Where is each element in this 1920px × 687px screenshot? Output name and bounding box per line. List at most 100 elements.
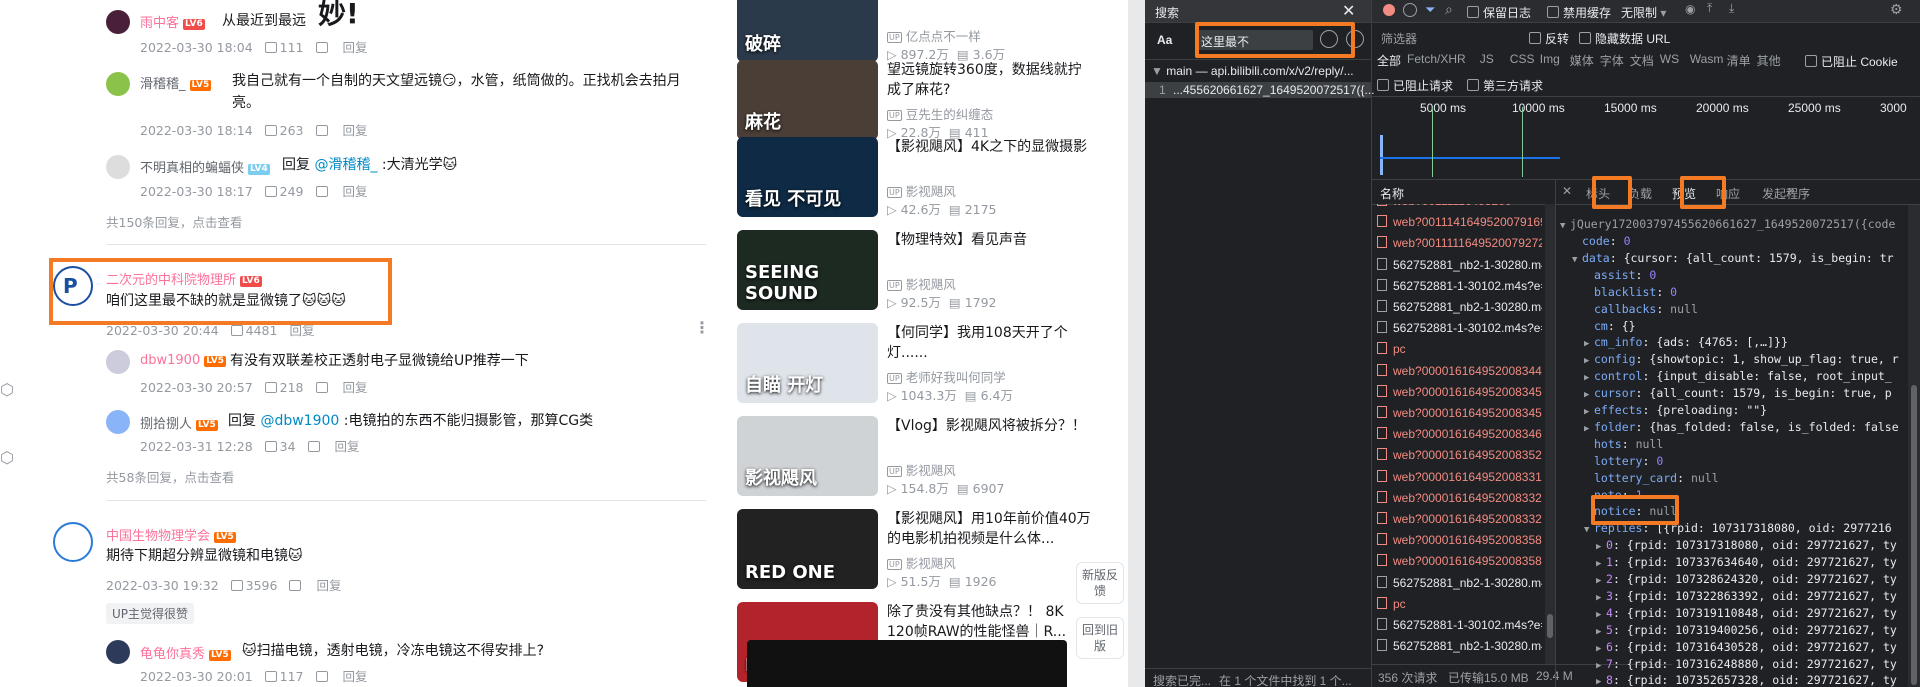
video-title[interactable]: 望远镜旋转360度，数据线就拧成了麻花? [887, 60, 1092, 100]
video-title[interactable]: 【物理特效】看见声音 [887, 230, 1092, 250]
json-line[interactable]: ▶ 6: {rpid: 107316430528, oid: 297721627,… [1596, 640, 1897, 654]
dislike-button[interactable] [315, 669, 331, 684]
like-button[interactable]: 263 [264, 123, 304, 138]
invert-checkbox[interactable]: 反转 [1529, 30, 1569, 47]
request-row[interactable]: web?00001616495200834611 [1377, 427, 1542, 441]
json-line[interactable]: assist: 0 [1584, 268, 1656, 282]
video-uploader[interactable]: UP 老师好我叫何同学 [887, 367, 1006, 386]
json-line[interactable]: ▶ 7: {rpid: 107316248880, oid: 297721627,… [1596, 657, 1897, 671]
request-row[interactable]: 562752881-1-30102.m4s?e=ig [1377, 321, 1542, 335]
disable-cache-checkbox[interactable]: 禁用缓存 [1547, 4, 1611, 21]
close-icon[interactable]: ✕ [1342, 1, 1355, 21]
request-row[interactable]: pc [1377, 596, 1406, 611]
hexagon-icon[interactable]: ⬡ [0, 448, 14, 467]
request-row[interactable]: web?00111116495200792721 [1377, 236, 1542, 250]
search-icon[interactable]: ⌕ [1445, 1, 1453, 18]
comment-username[interactable]: 捌拾捌人 LV5 [140, 413, 218, 432]
clear-log-icon[interactable] [1403, 3, 1417, 17]
reply-button[interactable]: 回复 [343, 184, 368, 199]
download-icon[interactable]: ⤓ [1729, 1, 1734, 16]
json-line[interactable]: lottery: 0 [1584, 454, 1663, 468]
type-filter-5[interactable]: 媒体 [1570, 52, 1594, 69]
request-row[interactable]: 562752881_nb2-1-30280.m4s [1377, 257, 1542, 272]
upload-icon[interactable]: ⤒ [1707, 1, 1712, 16]
video-title[interactable]: 【影视飓风】4K之下的显微摄影 [887, 137, 1092, 157]
match-case-button[interactable]: Aa [1157, 33, 1172, 47]
json-line[interactable]: ▶ cm_info: {ads: {4765: [,…]}} [1584, 335, 1788, 349]
request-row[interactable]: web?00111416495200791691 [1377, 215, 1542, 229]
filter-input[interactable]: 筛选器 [1377, 28, 1517, 46]
json-line[interactable]: ▶ folder: {has_folded: false, is_folded: … [1584, 420, 1899, 434]
json-line[interactable]: ▶ cursor: {all_count: 1579, is_begin: tru… [1584, 386, 1892, 400]
close-icon[interactable]: ✕ [1562, 184, 1572, 198]
video-uploader[interactable]: UP 亿点点不一样 [887, 26, 981, 45]
json-line[interactable]: ▶ 2: {rpid: 107328624320, oid: 297721627,… [1596, 572, 1897, 586]
dislike-button[interactable] [315, 380, 331, 395]
scrollbar-thumb[interactable] [1911, 385, 1917, 685]
json-line[interactable]: ▶ 8: {rpid: 107352657328, oid: 297721627,… [1596, 673, 1897, 687]
mini-player[interactable] [747, 640, 1067, 687]
avatar[interactable] [106, 155, 130, 179]
request-row[interactable]: web?000016164952008344 [1377, 363, 1542, 378]
comment-username[interactable]: 雨中客 LV6 [140, 12, 205, 31]
request-row[interactable]: web?00001616495200833181 [1377, 469, 1542, 484]
old-version-button[interactable]: 回到旧版 [1076, 617, 1124, 659]
video-uploader[interactable]: UP 豆先生的纠缠态 [887, 104, 993, 123]
avatar[interactable] [106, 410, 130, 434]
type-filter-8[interactable]: WS [1660, 52, 1679, 66]
type-filter-2[interactable]: JS [1480, 52, 1494, 66]
reply-button[interactable]: 回复 [289, 323, 314, 338]
like-button[interactable]: 249 [264, 184, 304, 199]
reply-button[interactable]: 回复 [335, 439, 360, 454]
preserve-log-checkbox[interactable]: 保留日志 [1467, 4, 1531, 21]
tab-search[interactable]: 搜索 [1155, 4, 1179, 21]
like-button[interactable]: 34 [264, 439, 296, 454]
type-filter-10[interactable]: 清单 [1727, 52, 1751, 69]
request-row[interactable]: web?00001616495200835861 [1377, 554, 1542, 568]
third-party-checkbox[interactable]: 第三方请求 [1467, 77, 1543, 94]
dislike-button[interactable] [289, 578, 304, 593]
comment-username[interactable]: 滑稽稽_ LV5 [140, 73, 212, 92]
request-row[interactable]: web?00001616495200835831 [1377, 533, 1542, 547]
type-filter-4[interactable]: Img [1540, 52, 1560, 66]
dislike-button[interactable] [307, 439, 323, 454]
comment-username[interactable]: dbw1900 LV5 [140, 353, 226, 368]
rec-video-card[interactable]: 自瞄 开灯 【何同学】我用108天开了个灯...... UP 老师好我叫何同学 ▷ 10… [735, 323, 1145, 421]
video-uploader[interactable]: UP 影视飓风 [887, 553, 956, 572]
scrollbar-thumb[interactable] [1547, 614, 1553, 638]
request-row[interactable]: 562752881-1-30102.m4s?e=ig [1377, 618, 1542, 632]
rec-video-card[interactable]: 看见 不可见 【影视飓风】4K之下的显微摄影 UP 影视飓风 ▷ 42.6万 ▤ 217… [735, 137, 1145, 235]
video-thumbnail[interactable]: 麻花 [737, 60, 878, 140]
type-filter-9[interactable]: Wasm [1690, 52, 1724, 66]
video-uploader[interactable]: UP 影视飓风 [887, 274, 956, 293]
request-row[interactable]: 562752881_nb2-1-30280.m4s [1377, 300, 1542, 314]
json-line[interactable]: ▼ data: {cursor: {all_count: 1579, is_beg… [1572, 251, 1894, 265]
request-row[interactable]: web?00001616495200835231 [1377, 448, 1542, 462]
dislike-button[interactable] [315, 123, 331, 138]
video-title[interactable]: 【影视飓风】用10年前价值40万的电影机拍视频是什么体... [887, 509, 1092, 549]
blocked-cookies-checkbox[interactable]: 已阻止 Cookie [1805, 53, 1898, 70]
request-row[interactable]: 562752881_nb2-1-30280.m4s [1377, 639, 1542, 653]
request-row[interactable]: web?00001616495200834521 [1377, 384, 1542, 399]
reply-button[interactable]: 回复 [343, 380, 368, 395]
type-filter-1[interactable]: Fetch/XHR [1407, 52, 1466, 66]
json-line[interactable]: ▶ effects: {preloading: ""} [1584, 403, 1767, 417]
video-title[interactable]: 【Vlog】影视飓风将被拆分？！ [887, 416, 1092, 436]
avatar[interactable] [53, 522, 93, 562]
video-thumbnail[interactable]: 看见 不可见 [737, 137, 878, 217]
json-root[interactable]: ▼ jQuery17200379745562066​1627_1649520072… [1560, 217, 1895, 231]
blocked-requests-checkbox[interactable]: 已阻止请求 [1377, 77, 1453, 94]
hide-data-url-checkbox[interactable]: 隐藏数据 URL [1579, 30, 1670, 47]
request-row[interactable]: web?00111116495200 [1377, 204, 1512, 208]
json-line[interactable]: ▶ 5: {rpid: 107319400256, oid: 297721627,… [1596, 623, 1897, 637]
avatar[interactable] [106, 640, 130, 664]
json-line[interactable]: callbacks: null [1584, 302, 1698, 316]
video-uploader[interactable]: UP 影视飓风 [887, 460, 956, 479]
request-row[interactable]: 562752881-1-30102.m4s?e=ig [1377, 278, 1542, 293]
reply-button[interactable]: 回复 [316, 578, 341, 593]
request-row[interactable]: web?00001616495200834571 [1377, 406, 1542, 420]
video-title[interactable]: 除了贵没有其他缺点？！ 8K 120帧RAW的性能怪兽｜R... [887, 602, 1092, 642]
rec-video-card[interactable]: 影视飓风 【Vlog】影视飓风将被拆分？！ UP 影视飓风 ▷ 154.8万 ▤ 690… [735, 416, 1145, 514]
comment-username[interactable]: 不明真相的蝙蝠侠 LV4 [140, 157, 270, 176]
cube-icon[interactable]: ⬡ [0, 380, 14, 399]
